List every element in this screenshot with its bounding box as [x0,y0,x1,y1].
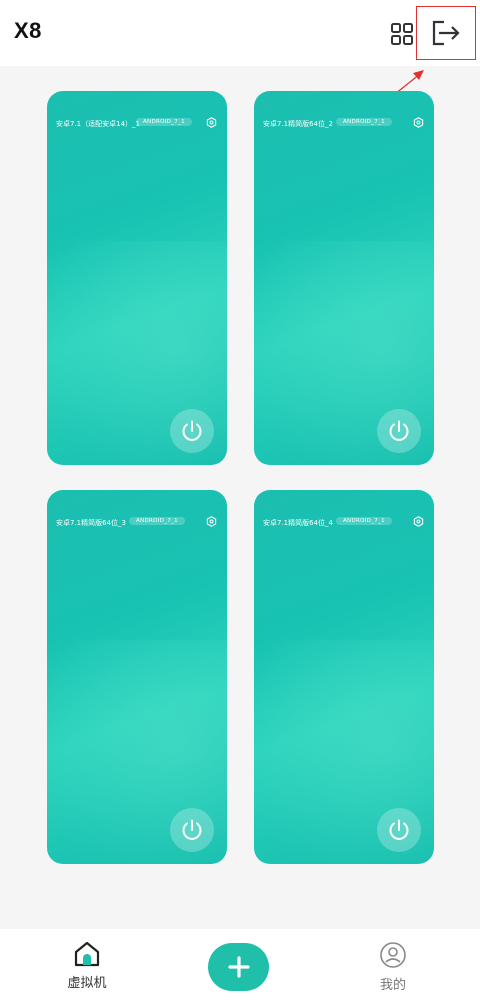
power-button[interactable] [377,808,421,852]
device-settings-button[interactable] [205,116,217,128]
device-name: 安卓7.1（适配安卓14）_1 [56,120,140,128]
plus-icon [227,956,250,978]
add-device-button[interactable] [208,943,269,991]
settings-hexagon-icon [413,116,423,128]
nav-label: 我的 [379,978,406,993]
device-settings-button[interactable] [205,515,217,527]
power-button[interactable] [170,409,214,453]
power-icon [182,819,202,840]
power-icon [389,819,409,840]
settings-hexagon-icon [413,515,423,527]
power-button[interactable] [170,808,214,852]
app-title: X8 [14,18,42,43]
device-card[interactable]: 安卓7.1精简版64位_3 ANDROID_7_1 [47,490,227,864]
grid-icon [391,23,413,45]
home-icon [74,941,100,967]
device-name: 安卓7.1精简版64位_2 [263,120,333,128]
nav-label: 虚拟机 [67,976,107,991]
device-settings-button[interactable] [412,515,424,527]
android-version-badge: ANDROID_7_1 [336,118,392,126]
nav-tab-virtual-machine[interactable]: 虚拟机 [57,941,117,991]
exit-button[interactable] [416,6,476,60]
device-card[interactable]: 安卓7.1精简版64位_4 ANDROID_7_1 [254,490,434,864]
app-header: X8 [0,0,480,66]
android-version-badge: ANDROID_7_1 [136,118,192,126]
power-icon [389,420,409,441]
device-card[interactable]: 安卓7.1精简版64位_2 ANDROID_7_1 [254,91,434,465]
exit-icon [432,20,460,46]
user-icon [380,942,406,968]
device-card[interactable]: 安卓7.1（适配安卓14）_1 ANDROID_7_1 [47,91,227,465]
settings-hexagon-icon [206,116,216,128]
nav-tab-mine[interactable]: 我的 [363,941,423,993]
android-version-badge: ANDROID_7_1 [336,517,392,525]
grid-view-button[interactable] [386,18,418,50]
power-button[interactable] [377,409,421,453]
settings-hexagon-icon [206,515,216,527]
power-icon [182,420,202,441]
device-name: 安卓7.1精简版64位_3 [56,519,126,527]
android-version-badge: ANDROID_7_1 [129,517,185,525]
device-settings-button[interactable] [412,116,424,128]
device-name: 安卓7.1精简版64位_4 [263,519,333,527]
